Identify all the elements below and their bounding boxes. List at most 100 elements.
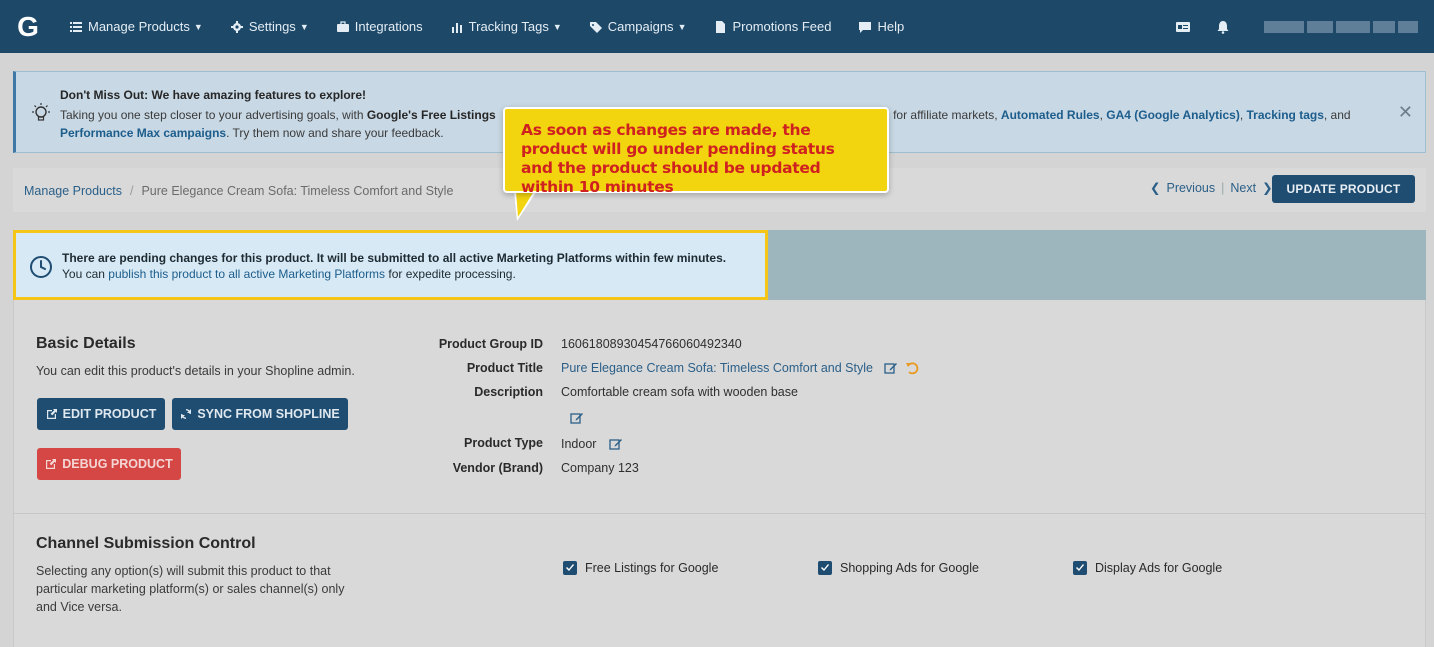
nav-label: Help xyxy=(877,19,905,34)
checkbox-free-listings[interactable]: Free Listings for Google xyxy=(563,561,718,575)
top-navbar: G Manage Products ▼ Settings ▼ Integrati… xyxy=(0,0,1434,53)
sync-label: SYNC FROM SHOPLINE xyxy=(197,407,340,421)
chat-icon xyxy=(859,21,872,33)
nav-tracking-tags[interactable]: Tracking Tags ▼ xyxy=(451,19,562,34)
caret-down-icon: ▼ xyxy=(677,21,687,32)
document-icon xyxy=(716,20,726,33)
pager-divider: | xyxy=(1221,180,1225,195)
checkbox-shopping-ads[interactable]: Shopping Ads for Google xyxy=(818,561,979,575)
link-performance-max[interactable]: Performance Max campaigns xyxy=(60,126,226,140)
sync-from-shopline-button[interactable]: SYNC FROM SHOPLINE xyxy=(172,398,348,430)
contact-card-icon[interactable] xyxy=(1176,20,1190,34)
refresh-icon xyxy=(181,409,192,419)
description-label: Description xyxy=(474,385,543,399)
breadcrumb-separator: / xyxy=(129,184,134,198)
pending-action-text: You can publish this product to all acti… xyxy=(62,267,516,281)
link-automated-rules[interactable]: Automated Rules xyxy=(1001,108,1100,122)
next-link[interactable]: Next xyxy=(1230,181,1256,195)
nav-settings[interactable]: Settings ▼ xyxy=(230,19,309,34)
checkbox-label: Shopping Ads for Google xyxy=(840,561,979,575)
external-link-icon xyxy=(46,459,57,469)
nav-help[interactable]: Help xyxy=(859,19,904,34)
description-value: Comfortable cream sofa with wooden base xyxy=(561,385,798,399)
product-group-id-value: 1606180893045476606049​2340 xyxy=(561,337,742,351)
chevron-left-icon: ❮ xyxy=(1150,181,1161,195)
external-link-icon xyxy=(46,409,57,419)
callout-text: As soon as changes are made, the product… xyxy=(521,121,835,196)
edit-product-button[interactable]: EDIT PRODUCT xyxy=(37,398,165,430)
basic-details-subtitle: You can edit this product's details in y… xyxy=(36,364,355,378)
announcement-text-part: , and xyxy=(1323,108,1351,122)
vendor-value: Company 123 xyxy=(561,461,639,475)
bell-icon[interactable] xyxy=(1216,20,1230,34)
previous-link[interactable]: Previous xyxy=(1166,181,1215,195)
product-group-id-label: Product Group ID xyxy=(438,337,543,351)
vendor-label: Vendor (Brand) xyxy=(452,461,543,475)
announcement-title: Don't Miss Out: We have amazing features… xyxy=(60,88,367,102)
checkbox-checked-icon[interactable] xyxy=(1073,561,1087,575)
pager: ❮ Previous | Next ❯ xyxy=(1150,180,1273,196)
checkbox-display-ads[interactable]: Display Ads for Google xyxy=(1073,561,1222,575)
debug-product-button[interactable]: DEBUG PRODUCT xyxy=(37,448,181,480)
edit-product-label: EDIT PRODUCT xyxy=(62,407,157,421)
nav-label: Campaigns xyxy=(607,19,674,34)
product-type-label: Product Type xyxy=(464,436,543,450)
checkbox-checked-icon[interactable] xyxy=(818,561,832,575)
nav-integrations[interactable]: Integrations xyxy=(336,19,423,34)
pending-text-part: for expedite processing. xyxy=(385,267,516,281)
app-logo[interactable]: G xyxy=(14,11,42,42)
breadcrumb: Manage Products / Pure Elegance Cream Sofa… xyxy=(24,184,453,198)
undo-icon[interactable] xyxy=(905,361,919,375)
nav-campaigns[interactable]: Campaigns ▼ xyxy=(589,19,687,34)
clock-icon xyxy=(30,256,52,278)
publish-now-link[interactable]: publish this product to all active Marke… xyxy=(108,267,385,281)
announcement-text-part: Taking you one step closer to your adver… xyxy=(60,108,367,122)
bar-chart-icon xyxy=(451,22,462,33)
tag-icon xyxy=(589,21,602,33)
breadcrumb-manage-products[interactable]: Manage Products xyxy=(24,184,122,198)
caret-down-icon: ▼ xyxy=(552,21,562,32)
checkbox-checked-icon[interactable] xyxy=(563,561,577,575)
edit-icon[interactable] xyxy=(609,437,623,451)
update-product-button[interactable]: UPDATE PRODUCT xyxy=(1272,175,1415,203)
caret-down-icon: ▼ xyxy=(193,21,203,32)
nav-label: Promotions Feed xyxy=(732,19,832,34)
announcement-text-part: , xyxy=(1239,108,1247,122)
nav-label: Settings xyxy=(248,19,296,34)
basic-details-title: Basic Details xyxy=(36,335,136,352)
edit-icon[interactable] xyxy=(570,411,584,425)
channel-control-desc: Selecting any option(s) will submit this… xyxy=(36,564,345,614)
product-title-value[interactable]: Pure Elegance Cream Sofa: Timeless Comfo… xyxy=(561,361,873,375)
channel-control-title: Channel Submission Control xyxy=(36,535,256,552)
product-type-value: Indoor xyxy=(561,437,597,451)
gear-icon xyxy=(230,20,243,33)
pending-text-part: You can xyxy=(62,267,109,281)
caret-down-icon: ▼ xyxy=(299,21,309,32)
link-ga4[interactable]: GA4 (Google Analytics) xyxy=(1106,108,1240,122)
announcement-text-part: for affiliate markets, xyxy=(889,108,1001,122)
nav-label: Tracking Tags xyxy=(468,19,549,34)
breadcrumb-current: Pure Elegance Cream Sofa: Timeless Comfo… xyxy=(141,184,454,198)
nav-label: Manage Products xyxy=(88,19,190,34)
nav-promotions-feed[interactable]: Promotions Feed xyxy=(714,19,831,34)
nav-right-tools xyxy=(1176,0,1418,53)
briefcase-icon xyxy=(336,20,349,32)
lightbulb-icon xyxy=(32,103,50,121)
pending-changes-alert: There are pending changes for this produ… xyxy=(13,230,768,300)
user-menu[interactable] xyxy=(1264,20,1418,33)
checkbox-label: Display Ads for Google xyxy=(1095,561,1223,575)
debug-product-label: DEBUG PRODUCT xyxy=(62,457,173,471)
link-tracking-tags[interactable]: Tracking tags xyxy=(1247,108,1324,122)
pending-message: There are pending changes for this produ… xyxy=(62,251,727,265)
nav-label: Integrations xyxy=(354,19,423,34)
nav-manage-products[interactable]: Manage Products ▼ xyxy=(70,19,203,34)
guide-callout: As soon as changes are made, the product… xyxy=(503,107,889,196)
list-icon xyxy=(70,21,82,32)
edit-icon[interactable] xyxy=(884,361,898,375)
product-title-label: Product Title xyxy=(466,361,543,375)
chevron-right-icon: ❯ xyxy=(1262,181,1273,195)
announcement-bold: Google's Free Listings xyxy=(366,108,496,122)
section-divider xyxy=(13,513,1426,514)
checkbox-label: Free Listings for Google xyxy=(585,561,719,575)
close-icon[interactable]: ✕ xyxy=(1398,102,1413,123)
